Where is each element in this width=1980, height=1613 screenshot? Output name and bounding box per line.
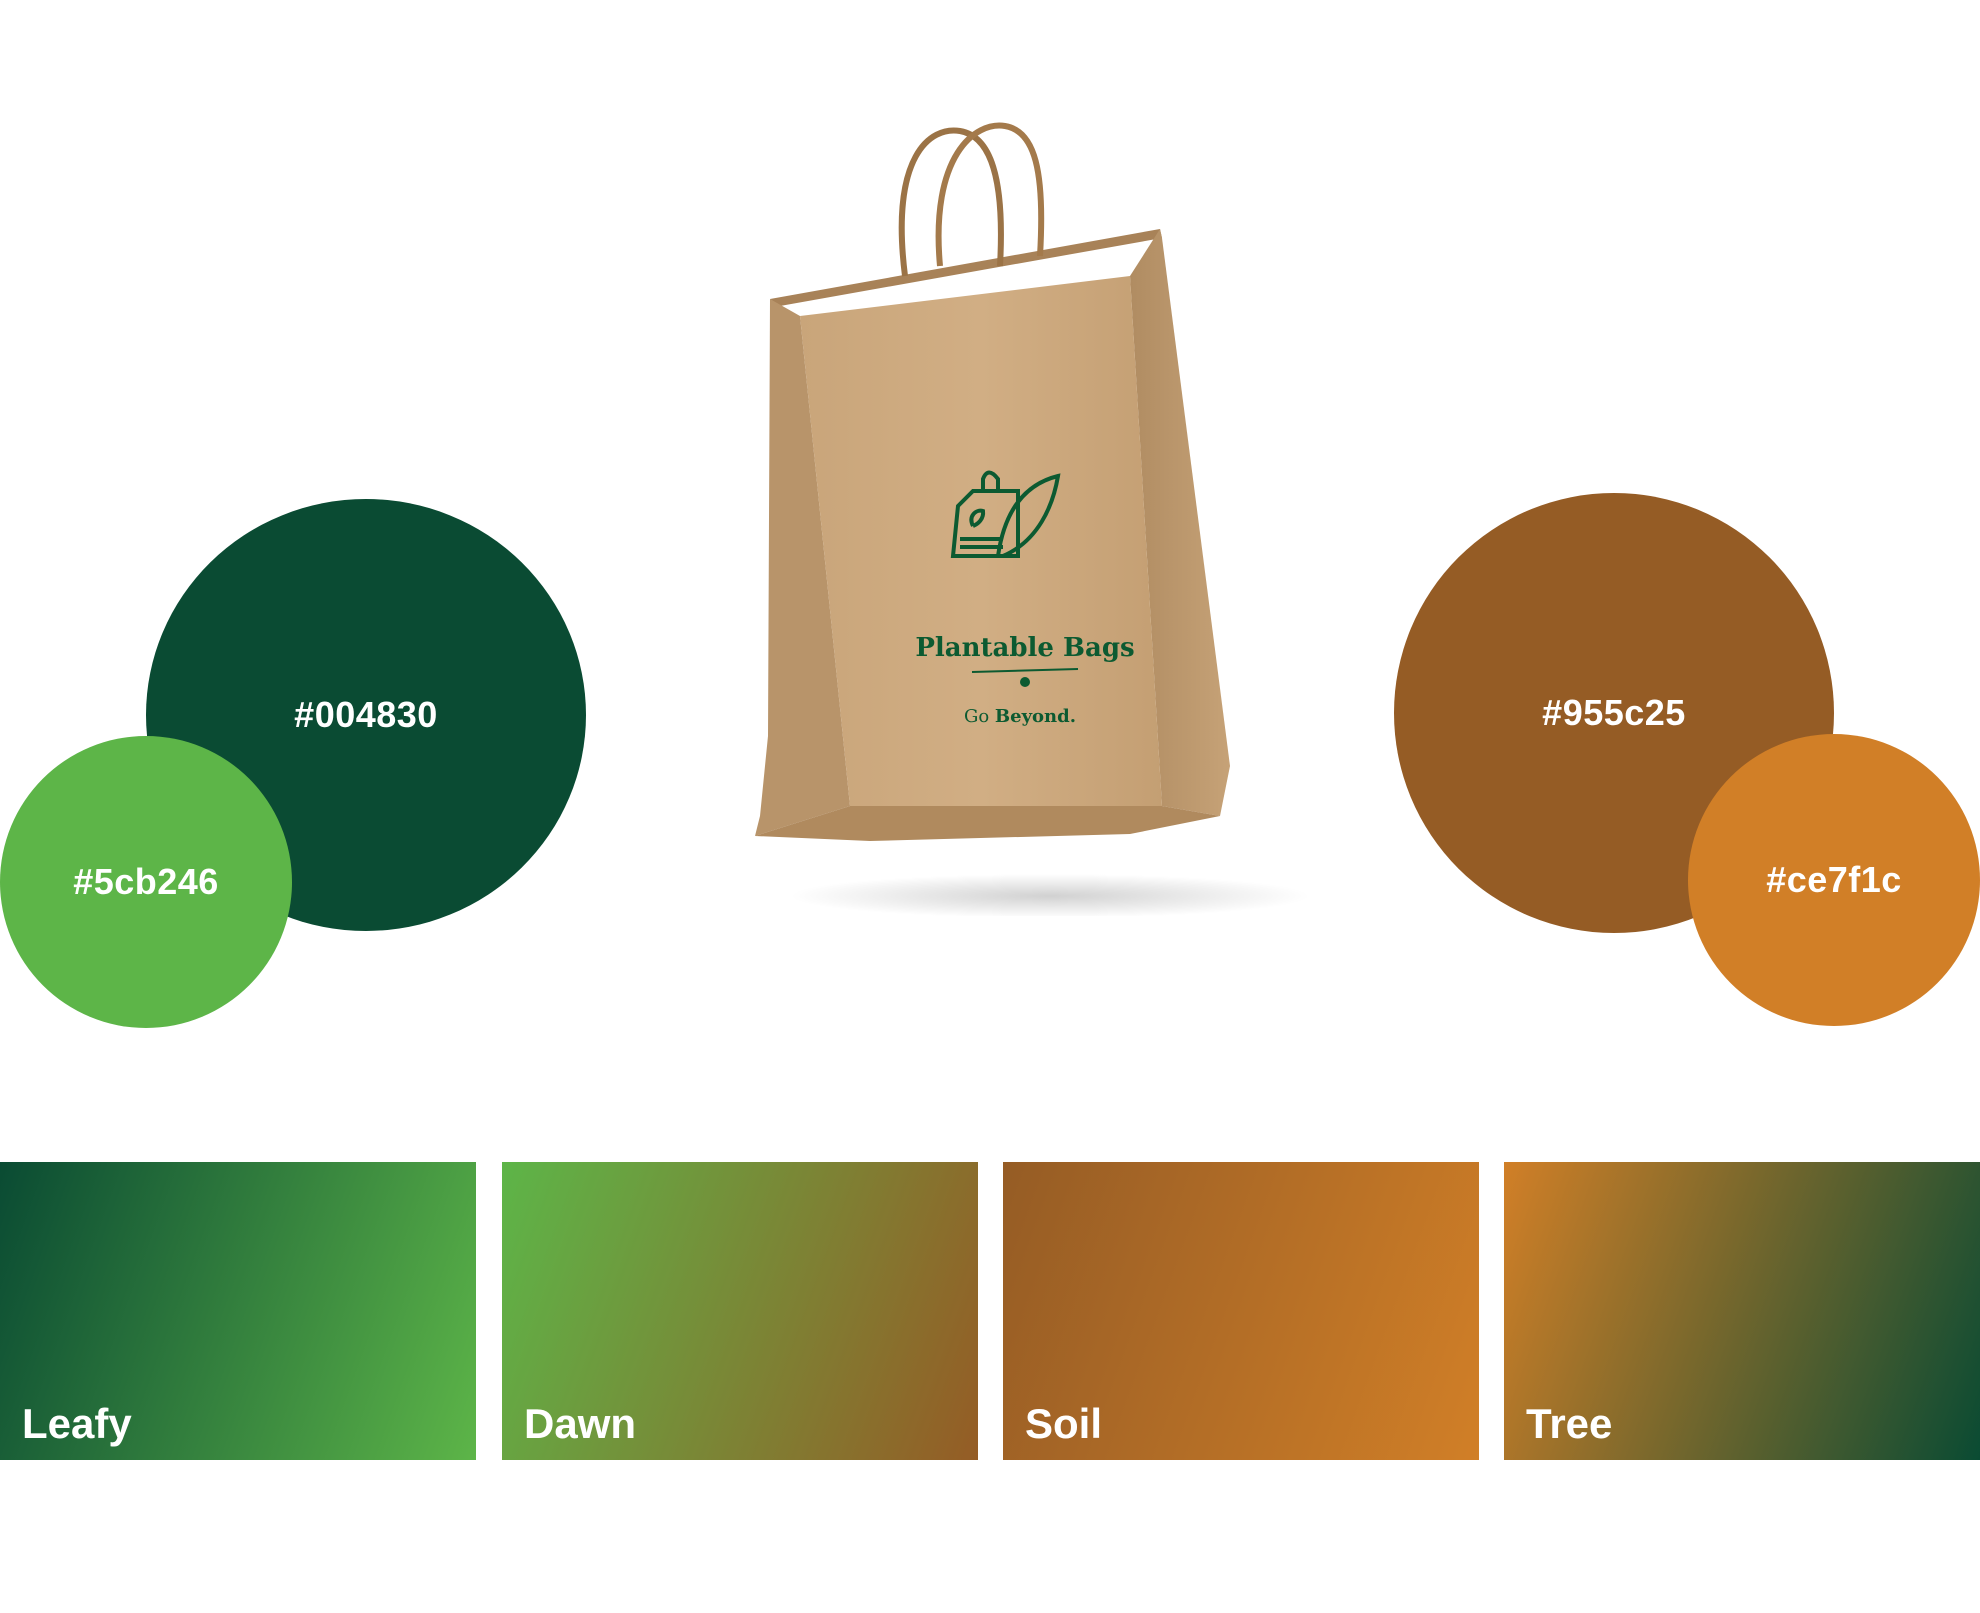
hex-label: #955c25	[1542, 692, 1686, 733]
swatch-label: Tree	[1526, 1400, 1613, 1447]
gradient-swatch-tree: Tree	[1504, 1162, 1980, 1460]
swatch-circle-light-green: #5cb246	[0, 736, 292, 1028]
swatch-label: Dawn	[524, 1400, 637, 1447]
bag-brand-text: Plantable Bags	[915, 633, 1134, 663]
hex-label: #004830	[294, 694, 438, 735]
bag-icon: Plantable Bags Go Beyond.	[755, 122, 1310, 918]
bag-tagline: Go Beyond.	[964, 706, 1076, 727]
kraft-bag-illustration: Plantable Bags Go Beyond.	[720, 116, 1320, 918]
swatch-label: Leafy	[22, 1400, 132, 1447]
swatch-label: Soil	[1025, 1400, 1103, 1447]
hex-label: #5cb246	[73, 861, 219, 902]
gradient-swatch-dawn: Dawn	[502, 1162, 978, 1460]
gradient-swatch-leafy: Leafy	[0, 1162, 476, 1460]
swatch-circle-orange: #ce7f1c	[1688, 734, 1980, 1026]
gradient-swatch-soil: Soil	[1003, 1162, 1479, 1460]
hex-label: #ce7f1c	[1766, 859, 1902, 900]
